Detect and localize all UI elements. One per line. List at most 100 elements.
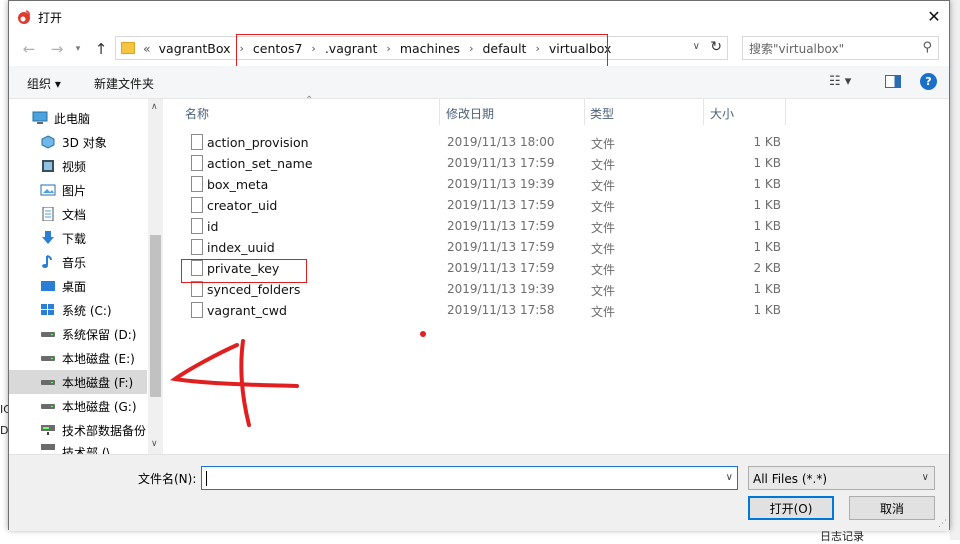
sidebar-item-3d-objects[interactable]: 3D 对象 bbox=[9, 130, 147, 154]
file-type: 文件 bbox=[591, 263, 616, 277]
sidebar-item-downloads[interactable]: 下载 bbox=[9, 226, 147, 250]
filename-input[interactable]: ∨ bbox=[201, 466, 738, 490]
app-icon bbox=[18, 10, 30, 24]
file-type: 文件 bbox=[591, 158, 616, 172]
column-header-name[interactable]: 名称 bbox=[185, 105, 209, 122]
file-row[interactable]: action_set_name 2019/11/13 17:59 文件 1 KB bbox=[181, 153, 781, 174]
view-options-icon[interactable]: ☷ ▾ bbox=[829, 74, 851, 89]
column-divider[interactable] bbox=[785, 99, 786, 125]
file-row[interactable]: vagrant_cwd 2019/11/13 17:58 文件 1 KB bbox=[181, 300, 781, 321]
sidebar-item-videos[interactable]: 视频 bbox=[9, 154, 147, 178]
organize-menu[interactable]: 组织 ▾ bbox=[27, 75, 61, 92]
column-divider[interactable] bbox=[584, 99, 585, 125]
close-button[interactable]: ✕ bbox=[919, 1, 949, 32]
file-date: 2019/11/13 17:59 bbox=[447, 219, 555, 233]
file-row[interactable]: action_provision 2019/11/13 18:00 文件 1 K… bbox=[181, 132, 781, 153]
cancel-button[interactable]: 取消 bbox=[849, 496, 935, 520]
open-file-dialog: 打开 ✕ ← → ▾ ↑ « vagrantBox › centos7 › .v… bbox=[8, 0, 950, 531]
filename-label: 文件名(N): bbox=[138, 472, 197, 486]
address-history-dropdown[interactable]: ∨ bbox=[693, 41, 700, 52]
scroll-down-icon[interactable]: ∨ bbox=[151, 439, 158, 449]
column-header-type[interactable]: 类型 bbox=[590, 105, 614, 122]
file-icon bbox=[191, 239, 203, 255]
cancel-button-label: 取消 bbox=[879, 501, 904, 516]
new-folder-button[interactable]: 新建文件夹 bbox=[94, 75, 154, 92]
file-date: 2019/11/13 18:00 bbox=[447, 135, 555, 149]
scrollbar-thumb[interactable] bbox=[150, 235, 161, 397]
column-divider[interactable] bbox=[439, 99, 440, 125]
file-row[interactable]: index_uuid 2019/11/13 17:59 文件 1 KB bbox=[181, 237, 781, 258]
breadcrumb-item[interactable]: vagrantBox bbox=[159, 41, 231, 56]
video-icon bbox=[42, 160, 54, 172]
sidebar-item-documents[interactable]: 文档 bbox=[9, 202, 147, 226]
sidebar-item-drive-e[interactable]: 本地磁盘 (E:) bbox=[9, 346, 147, 370]
forward-button[interactable]: → bbox=[47, 39, 67, 59]
file-icon bbox=[191, 176, 203, 192]
open-button[interactable]: 打开(O) bbox=[748, 496, 834, 520]
file-icon bbox=[191, 218, 203, 234]
dialog-footer: 文件名(N): ∨ All Files (*.*) ∨ 打开(O) 取消 ⋰ bbox=[9, 454, 949, 531]
file-name: action_set_name bbox=[207, 156, 313, 171]
search-icon[interactable]: ⚲ bbox=[922, 40, 932, 55]
refresh-icon[interactable]: ↻ bbox=[710, 39, 722, 55]
column-header-date[interactable]: 修改日期 bbox=[446, 105, 494, 122]
file-date: 2019/11/13 17:59 bbox=[447, 240, 555, 254]
file-row[interactable]: id 2019/11/13 17:59 文件 1 KB bbox=[181, 216, 781, 237]
sidebar-item-network-tech[interactable]: 技术部 (\ bbox=[9, 442, 147, 454]
column-divider[interactable] bbox=[703, 99, 704, 125]
chevron-down-icon: ∨ bbox=[921, 472, 929, 483]
file-name: id bbox=[207, 219, 219, 234]
file-date: 2019/11/13 17:59 bbox=[447, 261, 555, 275]
file-row[interactable]: creator_uid 2019/11/13 17:59 文件 1 KB bbox=[181, 195, 781, 216]
sidebar-item-network-backup[interactable]: 技术部数据备份 bbox=[9, 418, 147, 442]
breadcrumb-overflow[interactable]: « bbox=[143, 41, 151, 56]
sidebar-item-label: 图片 bbox=[62, 183, 87, 198]
desktop-icon bbox=[41, 281, 55, 291]
file-icon bbox=[191, 155, 203, 171]
search-box[interactable]: 搜索"virtualbox" ⚲ bbox=[742, 36, 939, 60]
sidebar-item-label: 下载 bbox=[62, 231, 87, 246]
network-drive-icon bbox=[41, 425, 55, 435]
help-icon[interactable]: ? bbox=[920, 73, 937, 90]
sidebar-item-this-pc[interactable]: 此电脑 bbox=[9, 106, 147, 130]
annotation-dot bbox=[420, 331, 426, 337]
sidebar-item-drive-d[interactable]: 系统保留 (D:) bbox=[9, 322, 147, 346]
sidebar-item-desktop[interactable]: 桌面 bbox=[9, 274, 147, 298]
folder-icon bbox=[121, 42, 135, 54]
file-icon bbox=[191, 281, 203, 297]
sidebar-item-label: 技术部数据备份 bbox=[62, 423, 147, 438]
file-type: 文件 bbox=[591, 284, 616, 298]
resize-grip-icon[interactable]: ⋰ bbox=[938, 519, 947, 529]
sidebar-item-music[interactable]: 音乐 bbox=[9, 250, 147, 274]
sidebar-item-drive-g[interactable]: 本地磁盘 (G:) bbox=[9, 394, 147, 418]
file-date: 2019/11/13 17:59 bbox=[447, 198, 555, 212]
recent-locations-button[interactable]: ▾ bbox=[68, 39, 88, 59]
sidebar-item-drive-c[interactable]: 系统 (C:) bbox=[9, 298, 147, 322]
file-row[interactable]: box_meta 2019/11/13 19:39 文件 1 KB bbox=[181, 174, 781, 195]
file-size: 1 KB bbox=[753, 198, 781, 212]
scroll-up-icon[interactable]: ∧ bbox=[151, 102, 158, 112]
sidebar-item-drive-f[interactable]: 本地磁盘 (F:) bbox=[9, 370, 147, 394]
file-icon bbox=[191, 134, 203, 150]
sidebar-item-pictures[interactable]: 图片 bbox=[9, 178, 147, 202]
windows-drive-icon bbox=[41, 304, 54, 315]
column-header-size[interactable]: 大小 bbox=[710, 105, 734, 122]
sidebar-item-label: 系统 (C:) bbox=[62, 303, 112, 318]
arrow-left-icon: ← bbox=[22, 40, 36, 58]
text-caret bbox=[206, 471, 207, 486]
file-date: 2019/11/13 17:59 bbox=[447, 156, 555, 170]
back-button[interactable]: ← bbox=[19, 39, 39, 59]
drive-icon bbox=[41, 404, 55, 409]
preview-pane-icon[interactable] bbox=[885, 75, 901, 88]
file-type-filter[interactable]: All Files (*.*) ∨ bbox=[748, 466, 935, 490]
file-size: 1 KB bbox=[753, 303, 781, 317]
pictures-icon bbox=[40, 184, 56, 196]
chevron-down-icon[interactable]: ∨ bbox=[726, 472, 733, 483]
up-button[interactable]: ↑ bbox=[91, 39, 111, 59]
network-drive-icon bbox=[41, 444, 55, 450]
navigation-bar: ← → ▾ ↑ « vagrantBox › centos7 › .vagran… bbox=[9, 32, 949, 74]
sidebar-scrollbar[interactable]: ∧ ∨ bbox=[148, 99, 163, 454]
computer-icon bbox=[32, 111, 48, 124]
sidebar-item-label: 本地磁盘 (E:) bbox=[62, 351, 135, 366]
background-window-right bbox=[950, 0, 960, 540]
